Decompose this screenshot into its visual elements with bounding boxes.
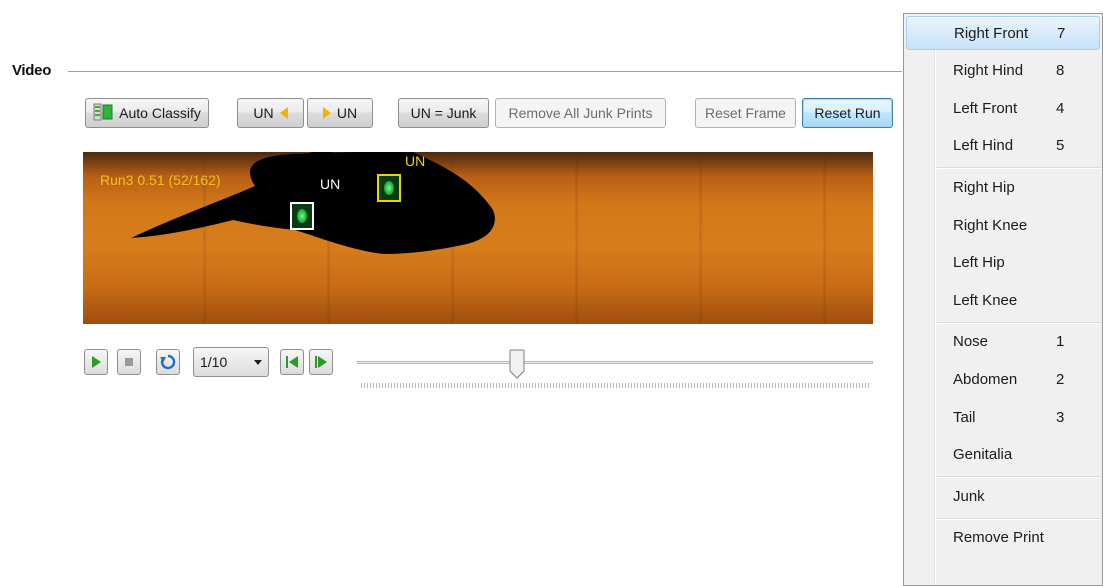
unclassified-label-white: UN [320, 176, 341, 192]
menu-separator [937, 517, 1101, 520]
menu-item-label: Right Hip [953, 178, 1015, 196]
loop-button[interactable] [156, 349, 180, 375]
menu-item-label: Left Hind [953, 137, 1014, 155]
menu-item-shortcut: 1 [1056, 333, 1065, 351]
reset-frame-label: Reset Frame [705, 105, 786, 121]
print-box-unclassified[interactable] [377, 174, 401, 202]
menu-item-junk[interactable]: Junk [906, 479, 1100, 513]
reset-frame-button[interactable]: Reset Frame [695, 98, 796, 128]
step-forward-button[interactable] [309, 349, 333, 375]
menu-item-label: Right Hind [953, 62, 1024, 80]
menu-item-left-hip[interactable]: Left Hip [906, 246, 1100, 280]
menu-item-label: Tail [953, 408, 976, 426]
reset-run-label: Reset Run [814, 105, 881, 121]
menu-item-right-hind[interactable]: Right Hind 8 [906, 54, 1100, 88]
menu-item-label: Junk [953, 487, 985, 505]
loop-icon [160, 354, 176, 370]
menu-item-label: Left Knee [953, 291, 1018, 309]
print-box-selected[interactable] [290, 202, 314, 230]
arrow-right-icon [322, 107, 331, 119]
print-classification-menu: Right Front 7 Right Hind 8 Left Front 4 Left H… [903, 13, 1103, 586]
stop-button[interactable] [117, 349, 141, 375]
menu-item-genitalia[interactable]: Genitalia [906, 438, 1100, 472]
frame-slider-thumb[interactable] [509, 349, 525, 379]
arrow-left-icon [279, 107, 288, 119]
menu-item-shortcut: 4 [1056, 99, 1065, 117]
un-next-button[interactable]: UN [307, 98, 373, 128]
step-forward-icon [315, 356, 327, 368]
chevron-down-icon [254, 360, 262, 365]
menu-item-right-hip[interactable]: Right Hip [906, 170, 1100, 204]
un-equals-junk-label: UN = Junk [410, 105, 477, 121]
play-icon [92, 356, 101, 368]
menu-item-label: Nose [953, 333, 989, 351]
run-info-label: Run3 0.51 (52/162) [100, 172, 221, 188]
un-next-label: UN [336, 105, 358, 121]
unclassified-label-yellow: UN [405, 153, 426, 169]
menu-item-label: Left Hip [953, 254, 1005, 272]
menu-item-tail[interactable]: Tail 3 [906, 400, 1100, 434]
menu-item-nose[interactable]: Nose 1 [906, 325, 1100, 359]
play-button[interactable] [84, 349, 108, 375]
un-previous-button[interactable]: UN [237, 98, 304, 128]
menu-separator [937, 321, 1101, 324]
menu-item-label: Genitalia [953, 446, 1013, 464]
auto-classify-icon [93, 103, 113, 124]
step-back-icon [286, 356, 298, 368]
menu-item-label: Right Front [954, 24, 1029, 42]
un-equals-junk-button[interactable]: UN = Junk [398, 98, 489, 128]
menu-item-right-knee[interactable]: Right Knee [906, 208, 1100, 242]
menu-item-label: Remove Print [953, 529, 1044, 547]
menu-item-shortcut: 8 [1056, 62, 1065, 80]
step-back-button[interactable] [280, 349, 304, 375]
menu-item-left-hind[interactable]: Left Hind 5 [906, 129, 1100, 163]
menu-item-shortcut: 2 [1056, 370, 1065, 388]
playback-speed-select[interactable]: 1/10 [193, 347, 269, 377]
menu-item-shortcut: 7 [1057, 24, 1066, 42]
auto-classify-button[interactable]: Auto Classify [85, 98, 209, 128]
menu-item-remove-print[interactable]: Remove Print [906, 521, 1100, 555]
un-previous-label: UN [253, 105, 274, 121]
paw-print-icon [297, 209, 307, 223]
menu-separator [937, 167, 1101, 170]
menu-item-label: Right Knee [953, 216, 1028, 234]
menu-item-shortcut: 5 [1056, 137, 1065, 155]
remove-all-junk-prints-button[interactable]: Remove All Junk Prints [495, 98, 666, 128]
video-frame[interactable]: Run3 0.51 (52/162) UN UN [83, 152, 873, 324]
remove-all-junk-prints-label: Remove All Junk Prints [508, 105, 653, 121]
menu-separator [937, 476, 1101, 479]
playback-speed-value: 1/10 [200, 354, 228, 370]
frame-slider-track[interactable] [357, 361, 873, 364]
menu-item-shortcut: 3 [1056, 408, 1065, 426]
stop-icon [125, 358, 133, 366]
menu-item-left-front[interactable]: Left Front 4 [906, 91, 1100, 125]
menu-item-left-knee[interactable]: Left Knee [906, 283, 1100, 317]
menu-item-label: Abdomen [953, 370, 1018, 388]
menu-item-abdomen[interactable]: Abdomen 2 [906, 362, 1100, 396]
paw-print-icon [384, 181, 394, 195]
group-divider [68, 71, 902, 72]
menu-item-right-front[interactable]: Right Front 7 [906, 16, 1100, 50]
reset-run-button[interactable]: Reset Run [802, 98, 893, 128]
auto-classify-label: Auto Classify [119, 105, 201, 121]
menu-item-label: Left Front [953, 99, 1018, 117]
video-group-label: Video [12, 62, 52, 79]
frame-slider-ticks [361, 383, 869, 388]
